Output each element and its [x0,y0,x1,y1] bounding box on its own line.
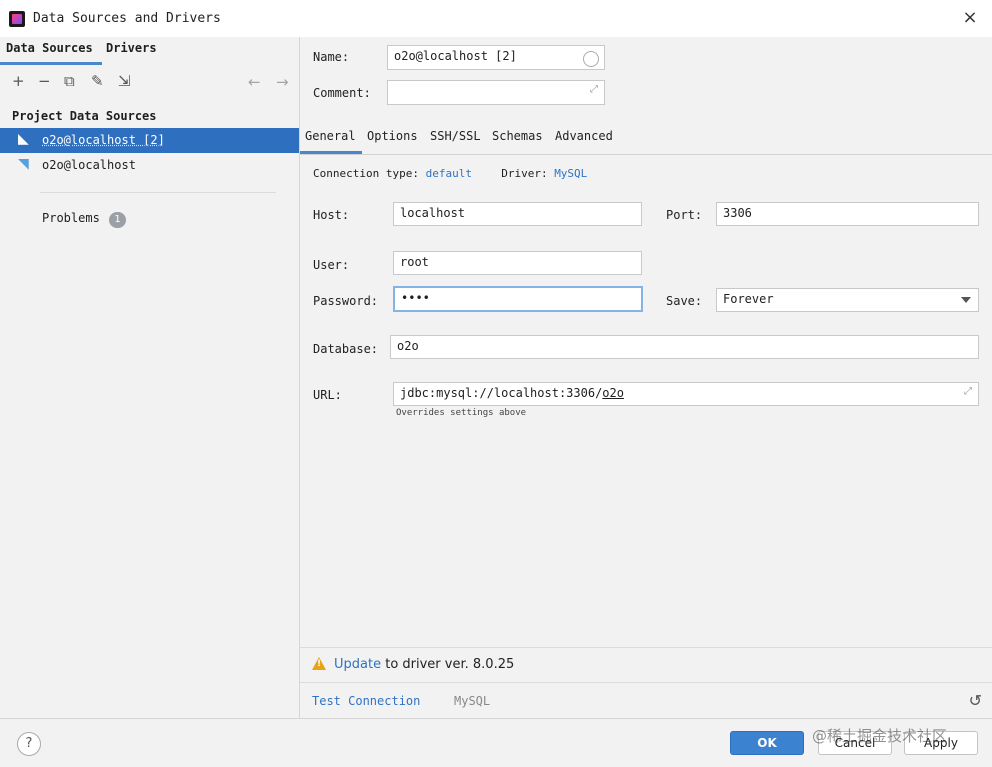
data-source-item[interactable]: ◣ o2o@localhost [2] [0,128,299,153]
tab-drivers[interactable]: Drivers [106,41,157,55]
data-source-label: o2o@localhost [42,158,136,172]
mysql-dolphin-icon: ◣ [18,131,29,147]
color-circle-icon[interactable] [583,51,599,67]
test-connection-link[interactable]: Test Connection [312,694,420,708]
forward-arrow-icon[interactable]: → [276,73,289,91]
mysql-dolphin-icon: ◥ [18,156,29,172]
connection-type-link[interactable]: default [426,167,472,180]
warning-icon [312,657,326,670]
connection-info: Connection type: default Driver: MySQL [313,167,587,180]
save-select-value: Forever [723,292,774,306]
url-note: Overrides settings above [396,408,527,418]
url-input[interactable]: jdbc:mysql://localhost:3306/o2o ⤢ [393,382,979,406]
data-source-item[interactable]: ◥ o2o@localhost [0,153,299,178]
port-label: Port: [666,208,703,222]
tab-options[interactable]: Options [367,129,418,143]
comment-label: Comment: [313,86,371,100]
save-label: Save: [666,294,703,308]
wrench-icon[interactable]: ✎ [91,73,104,89]
settings-tabs: General Options SSH/SSL Schemas Advanced [300,126,992,155]
divider [40,192,276,193]
host-input[interactable]: localhost [393,202,642,226]
close-button[interactable]: × [958,6,982,30]
url-prefix: jdbc:mysql://localhost:3306/ [400,386,603,400]
connection-type-label: Connection type: [313,167,419,180]
driver-name: MySQL [454,694,491,708]
url-label: URL: [313,388,342,402]
ok-button[interactable]: OK [730,731,804,755]
expand-icon[interactable]: ⤢ [964,386,972,397]
data-sources-panel: Data Sources Drivers + − ⧉ ✎ ⇲ ← → Proje… [0,37,300,718]
data-source-settings: Name: o2o@localhost [2] Comment: ⤢ Gener… [300,37,992,718]
user-input[interactable]: root [393,251,642,275]
watermark: @稀土掘金技术社区 [812,727,948,745]
password-input[interactable]: •••• [393,286,643,312]
update-driver-link[interactable]: Update [334,657,381,672]
active-tab-indicator [0,62,102,65]
database-label: Database: [313,342,379,356]
tab-data-sources[interactable]: Data Sources [6,41,93,55]
user-label: User: [313,258,350,272]
remove-icon[interactable]: − [38,73,51,89]
back-arrow-icon[interactable]: ← [248,73,261,91]
host-label: Host: [313,208,350,222]
chevron-down-icon [961,297,971,303]
title-bar: Data Sources and Drivers × [0,0,992,38]
dialog-buttons-bar: ? OK Cancel Apply @稀土掘金技术社区 [0,718,992,767]
driver-link[interactable]: MySQL [554,167,587,180]
warning-text: to driver ver. 8.0.25 [381,657,515,672]
import-icon[interactable]: ⇲ [118,73,131,89]
warning-message: Update to driver ver. 8.0.25 [334,657,514,672]
revert-icon[interactable]: ↺ [969,691,982,710]
name-label: Name: [313,50,350,64]
tab-advanced[interactable]: Advanced [555,129,613,143]
problems-count-badge: 1 [109,212,126,228]
url-database: o2o [602,386,624,400]
password-label: Password: [313,294,379,308]
port-input[interactable]: 3306 [716,202,979,226]
expand-icon[interactable]: ⤢ [590,84,598,95]
help-button[interactable]: ? [17,732,41,756]
tab-general[interactable]: General [305,129,356,143]
driver-label: Driver: [501,167,548,180]
database-input[interactable]: o2o [390,335,979,359]
app-icon [9,11,25,27]
test-connection-bar: Test Connection MySQL ↺ [300,682,992,719]
copy-icon[interactable]: ⧉ [64,73,75,89]
name-field[interactable]: o2o@localhost [2] [387,45,605,70]
tab-ssh-ssl[interactable]: SSH/SSL [430,129,481,143]
window-title: Data Sources and Drivers [33,11,221,26]
problems-item[interactable]: Problems [42,211,100,225]
comment-field[interactable]: ⤢ [387,80,605,105]
name-value: o2o@localhost [2] [394,49,517,63]
section-title: Project Data Sources [12,109,157,123]
save-select[interactable]: Forever [716,288,979,312]
add-icon[interactable]: + [12,73,25,89]
active-tab-indicator [300,151,362,154]
tab-schemas[interactable]: Schemas [492,129,543,143]
driver-warning-bar: Update to driver ver. 8.0.25 [300,647,992,683]
data-source-label: o2o@localhost [2] [42,133,165,147]
